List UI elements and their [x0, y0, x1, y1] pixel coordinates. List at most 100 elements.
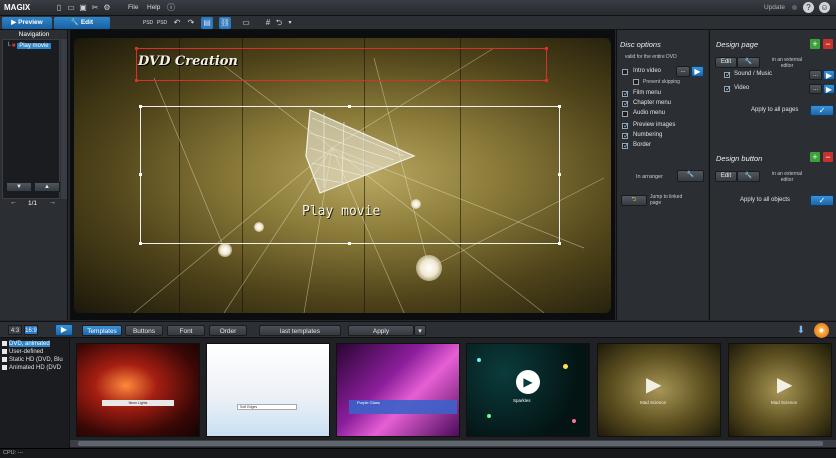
settings-icon[interactable]: ⚙	[103, 3, 111, 12]
resize-handle[interactable]	[139, 242, 142, 245]
aspect-16-9-button[interactable]: 16:9	[24, 325, 38, 335]
tree-item-user-defined[interactable]: User-defined	[2, 349, 43, 355]
folder-icon	[2, 341, 7, 346]
resize-handle[interactable]	[558, 173, 561, 176]
tab-preview[interactable]: ▶ Preview	[2, 17, 52, 29]
design-page-edit-button[interactable]: Edit	[715, 57, 737, 68]
jump-linked-page-button[interactable]: ⮌	[621, 195, 647, 206]
burn-disc-icon[interactable]: ●	[814, 323, 829, 338]
scrollbar-thumb[interactable]	[78, 441, 823, 446]
tab-edit[interactable]: 🔧 Edit	[54, 17, 110, 29]
link-icon[interactable]: ⛓	[219, 17, 231, 29]
in-arranger-button[interactable]: 🔧	[677, 170, 704, 182]
navigation-scrollbar[interactable]	[61, 39, 67, 199]
psd-import-icon[interactable]: PSD	[156, 17, 168, 29]
new-file-icon[interactable]: ▯	[55, 3, 63, 12]
play-movie-button-label[interactable]: Play movie	[302, 204, 380, 219]
play-icon: ▶	[516, 370, 540, 394]
menu-help[interactable]: Help	[147, 4, 160, 11]
chevron-down-icon[interactable]: ▾	[284, 17, 296, 29]
remove-page-button[interactable]: −	[823, 39, 833, 49]
preview-images-checkbox[interactable]	[622, 121, 630, 130]
cpu-status: CPU: ---	[3, 450, 24, 456]
design-page-edit-tool-button[interactable]: 🔧	[737, 57, 760, 68]
resize-handle[interactable]	[545, 79, 548, 82]
undo-icon[interactable]: ↶	[171, 17, 183, 29]
resize-handle[interactable]	[135, 79, 138, 82]
open-folder-icon[interactable]: ▭	[67, 3, 75, 12]
update-link[interactable]: Update	[764, 4, 785, 11]
apply-all-pages-button[interactable]: ✓	[810, 105, 834, 116]
export-icon[interactable]: ⬇	[794, 324, 808, 337]
page-counter: 1/1	[28, 200, 38, 207]
apply-dropdown-button[interactable]: ▾	[414, 325, 426, 336]
film-menu-checkbox[interactable]	[622, 89, 630, 98]
design-button-edit-tool-button[interactable]: 🔧	[737, 171, 760, 182]
template-thumbnail[interactable]: Neon Lights	[76, 343, 200, 437]
nav-down-button[interactable]: ▼	[6, 182, 32, 192]
disc-options-panel: Disc options valid for the entire DVD In…	[616, 30, 708, 320]
sound-browse-button[interactable]: ...	[809, 70, 822, 80]
menu-title-text[interactable]: DVD Creation	[138, 54, 238, 69]
menu-file[interactable]: File	[128, 4, 138, 11]
nav-up-button[interactable]: ▲	[34, 182, 60, 192]
video-checkbox[interactable]	[724, 84, 732, 93]
template-thumbnail[interactable]: ▶ Sparkles	[466, 343, 590, 437]
thumbnails-scrollbar[interactable]	[70, 440, 836, 447]
remove-button-button[interactable]: −	[823, 152, 833, 162]
intro-video-checkbox[interactable]	[622, 69, 628, 75]
sound-play-button[interactable]: ▶	[823, 70, 835, 80]
template-thumbnail[interactable]: Soft Edges	[206, 343, 330, 437]
prev-page-icon[interactable]: ←	[10, 199, 17, 206]
tab-templates[interactable]: Templates	[82, 325, 122, 336]
save-icon[interactable]: ▣	[79, 3, 87, 12]
psd-export-icon[interactable]: PSD	[142, 17, 154, 29]
intro-video-play-button[interactable]: ▶	[691, 66, 704, 77]
apply-button[interactable]: Apply	[348, 325, 414, 336]
add-button-button[interactable]: +	[810, 152, 820, 162]
border-checkbox[interactable]	[622, 141, 630, 150]
tab-buttons[interactable]: Buttons	[125, 325, 163, 336]
resize-handle[interactable]	[348, 242, 351, 245]
add-page-button[interactable]: +	[810, 39, 820, 49]
template-thumbnail[interactable]: Purple Glass	[336, 343, 460, 437]
resize-handle[interactable]	[558, 105, 561, 108]
info-icon[interactable]: ⓘ	[167, 3, 175, 12]
help-icon[interactable]: ?	[803, 2, 814, 13]
chapter-menu-checkbox[interactable]	[622, 99, 630, 108]
resize-handle[interactable]	[558, 242, 561, 245]
play-preview-button[interactable]: ▶	[55, 324, 73, 336]
last-templates-button[interactable]: last templates	[259, 325, 341, 336]
audio-menu-checkbox[interactable]	[622, 111, 628, 117]
tab-font[interactable]: Font	[167, 325, 205, 336]
nav-item-play-movie[interactable]: └ ■ Play movie	[6, 43, 51, 49]
video-play-button[interactable]: ▶	[823, 84, 835, 94]
video-browse-button[interactable]: ...	[809, 84, 822, 94]
resize-handle[interactable]	[348, 105, 351, 108]
prevent-skipping-checkbox[interactable]	[633, 79, 639, 85]
apply-all-objects-button[interactable]: ✓	[810, 195, 834, 206]
resize-handle[interactable]	[139, 173, 142, 176]
tree-item-static-hd[interactable]: Static HD (DVD, Blu	[2, 357, 63, 363]
tab-order[interactable]: Order	[209, 325, 247, 336]
sound-music-checkbox[interactable]	[724, 70, 732, 79]
next-page-icon[interactable]: →	[49, 199, 56, 206]
tree-item-animated-hd[interactable]: Animated HD (DVD	[2, 365, 61, 371]
resize-handle[interactable]	[545, 47, 548, 50]
intro-video-browse-button[interactable]: ...	[676, 66, 690, 77]
template-thumbnail[interactable]: ▶ Mad Science	[728, 343, 832, 437]
aspect-4-3-button[interactable]: 4:3	[8, 325, 22, 335]
button-selection-frame[interactable]	[139, 105, 561, 245]
light-orb	[254, 222, 264, 232]
template-thumbnail[interactable]: ▶ Mad Science	[597, 343, 721, 437]
redo-icon[interactable]: ↷	[185, 17, 197, 29]
resize-handle[interactable]	[135, 47, 138, 50]
design-button-edit-button[interactable]: Edit	[715, 171, 737, 182]
user-icon[interactable]: ☺	[819, 2, 830, 13]
numbering-checkbox[interactable]	[622, 131, 630, 140]
screen-icon[interactable]: ▭	[240, 17, 252, 29]
tools-icon[interactable]: ✂	[91, 3, 99, 12]
tree-item-dvd-animated[interactable]: DVD, animated	[2, 341, 50, 348]
resize-handle[interactable]	[139, 105, 142, 108]
layout-view-icon[interactable]: ▤	[201, 17, 213, 29]
